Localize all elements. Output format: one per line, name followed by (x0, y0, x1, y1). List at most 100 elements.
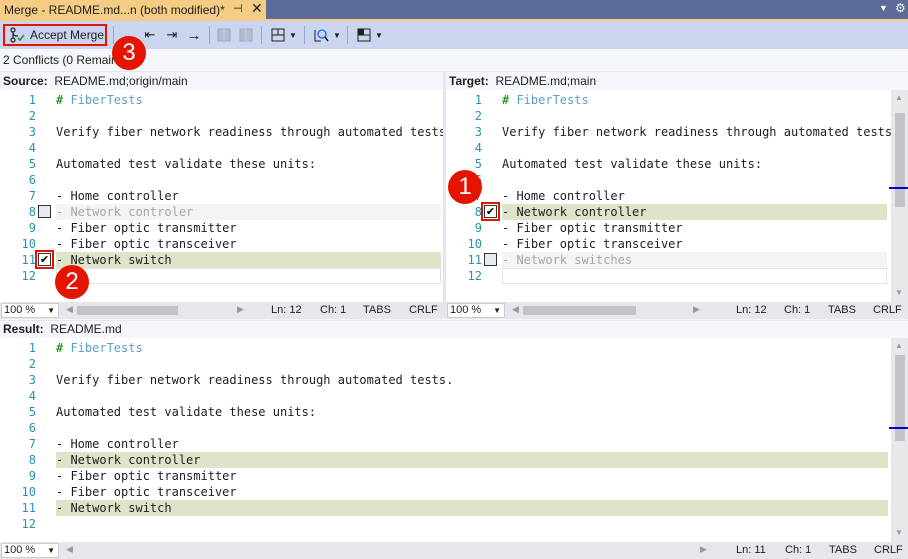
result-zoom-select[interactable]: 100 % ▼ (1, 543, 59, 558)
code-line: 8 - Network controler (0, 204, 443, 220)
heading-text: FiberTests (70, 341, 143, 355)
code-text: - Fiber optic transmitter (56, 469, 237, 483)
line-number: 8 (474, 205, 482, 219)
layout-dropdown-button[interactable]: ▼ (268, 25, 300, 45)
column-left-icon (217, 28, 231, 42)
line-number: 9 (28, 469, 36, 483)
first-conflict-button[interactable]: ⇤ (141, 25, 159, 45)
code-text: - Network controller (502, 205, 647, 219)
line-number: 3 (474, 125, 482, 139)
target-label: Target: (449, 74, 489, 88)
callout-highlight-box (481, 202, 500, 221)
scroll-right-icon[interactable]: ▶ (693, 304, 700, 315)
code-line: 5 Automated test validate these units: (446, 156, 891, 172)
conflict-marker (889, 427, 908, 429)
view-mode-button[interactable]: ▼ (354, 25, 386, 45)
line-number: 2 (474, 109, 482, 123)
code-line: 6 (0, 172, 443, 188)
code-line: 10 - Fiber optic transceiver (0, 484, 891, 500)
title-bar: Merge - README.md...n (both modified)* ⊣… (0, 0, 908, 19)
line-number: 11 (467, 253, 482, 267)
code-line: 5 Automated test validate these units: (0, 156, 443, 172)
arrow-to-end-icon: ⇥ (166, 27, 178, 42)
scroll-left-icon[interactable]: ◀ (66, 544, 73, 555)
horizontal-scrollbar-thumb[interactable] (523, 306, 636, 315)
chevron-down-icon: ▼ (47, 546, 55, 555)
scroll-up-icon[interactable]: ▲ (895, 93, 903, 102)
indent-mode[interactable]: TABS (363, 303, 391, 318)
chevron-down-icon: ▼ (47, 306, 55, 315)
document-tab[interactable]: Merge - README.md...n (both modified)* ⊣… (0, 0, 266, 19)
next-conflict-button[interactable]: → (185, 25, 203, 45)
code-text: - Fiber optic transceiver (56, 237, 237, 251)
source-zoom-select[interactable]: 100 % ▼ (1, 303, 59, 318)
line-number: Ln: 12 (736, 304, 767, 316)
accept-change-checkbox[interactable] (484, 253, 497, 266)
code-line: 2 (446, 108, 891, 124)
last-conflict-button[interactable]: ⇥ (163, 25, 181, 45)
search-compare-icon (314, 29, 329, 42)
source-file: README.md;origin/main (54, 74, 188, 88)
code-line: 2 (0, 356, 891, 372)
result-label: Result: (3, 322, 44, 336)
code-text: Automated test validate these units: (56, 157, 317, 171)
column-number: Ch: 1 (320, 304, 347, 316)
scroll-up-icon[interactable]: ▲ (895, 341, 903, 350)
line-ending[interactable]: CRLF (873, 303, 902, 318)
scroll-left-icon[interactable]: ◀ (512, 304, 519, 315)
scroll-left-icon[interactable]: ◀ (66, 304, 73, 315)
source-header: Source: README.md;origin/main (0, 73, 443, 90)
horizontal-scrollbar-thumb[interactable] (77, 306, 178, 315)
pin-icon[interactable]: ⊣ (233, 2, 243, 15)
take-target-button[interactable] (238, 25, 254, 45)
result-editor[interactable]: 1 # FiberTests 2 3 Verify fiber network read… (0, 338, 891, 542)
line-number: 2 (28, 357, 36, 371)
target-zoom-select[interactable]: 100 % ▼ (447, 303, 505, 318)
result-vertical-scrollbar[interactable]: ▲ ▼ (891, 338, 908, 542)
scroll-right-icon[interactable]: ▶ (700, 544, 707, 555)
line-number: 4 (474, 141, 482, 155)
line-number: Ln: 11 (736, 544, 766, 556)
close-icon[interactable]: ✕ (251, 0, 263, 17)
target-vertical-scrollbar[interactable]: ▲ ▼ (891, 90, 908, 302)
code-text: # FiberTests (56, 92, 143, 108)
line-number: 6 (28, 173, 36, 187)
code-line: 3 Verify fiber network readiness through … (0, 372, 891, 388)
line-ending[interactable]: CRLF (409, 303, 438, 318)
line-ending[interactable]: CRLF (874, 543, 903, 558)
compare-options-button[interactable]: ▼ (311, 25, 343, 45)
layout-grid-icon (271, 28, 285, 42)
line-number: 10 (21, 237, 36, 251)
accept-merge-button[interactable]: Accept Merge (3, 24, 107, 46)
take-source-button[interactable] (216, 25, 232, 45)
line-number: 9 (28, 221, 36, 235)
result-file: README.md (50, 322, 122, 336)
indent-mode[interactable]: TABS (829, 543, 857, 558)
zoom-value: 100 % (4, 544, 36, 556)
scrollbar-thumb[interactable] (895, 113, 905, 207)
line-number: 9 (474, 221, 482, 235)
code-line: 7- Home controller (446, 188, 891, 204)
scroll-down-icon[interactable]: ▼ (895, 288, 903, 297)
chevron-down-icon: ▼ (333, 30, 341, 40)
code-text: # FiberTests (56, 340, 143, 356)
tab-list-dropdown-icon[interactable]: ▼ (879, 3, 888, 13)
accept-change-checkbox[interactable] (38, 205, 51, 218)
code-line: 12 (446, 268, 891, 284)
target-editor[interactable]: 1 # FiberTests 2 3 Verify fiber network read… (446, 90, 891, 302)
code-line: 1 # FiberTests (446, 92, 891, 108)
indent-mode[interactable]: TABS (828, 303, 856, 318)
scroll-right-icon[interactable]: ▶ (237, 304, 244, 315)
code-text: - Network controler (56, 205, 194, 219)
line-number: 3 (28, 373, 36, 387)
line-number: 7 (28, 437, 36, 451)
markdown-hash: # (502, 93, 517, 107)
line-number: 10 (21, 485, 36, 499)
gear-icon[interactable]: ⚙ (895, 1, 906, 15)
line-number: 8 (28, 453, 36, 467)
code-line: 11 - Network switches (446, 252, 891, 268)
callout-badge-1: 1 (448, 170, 482, 204)
scroll-down-icon[interactable]: ▼ (895, 528, 903, 537)
code-line: 1 # FiberTests (0, 92, 443, 108)
chevron-down-icon: ▼ (493, 306, 501, 315)
